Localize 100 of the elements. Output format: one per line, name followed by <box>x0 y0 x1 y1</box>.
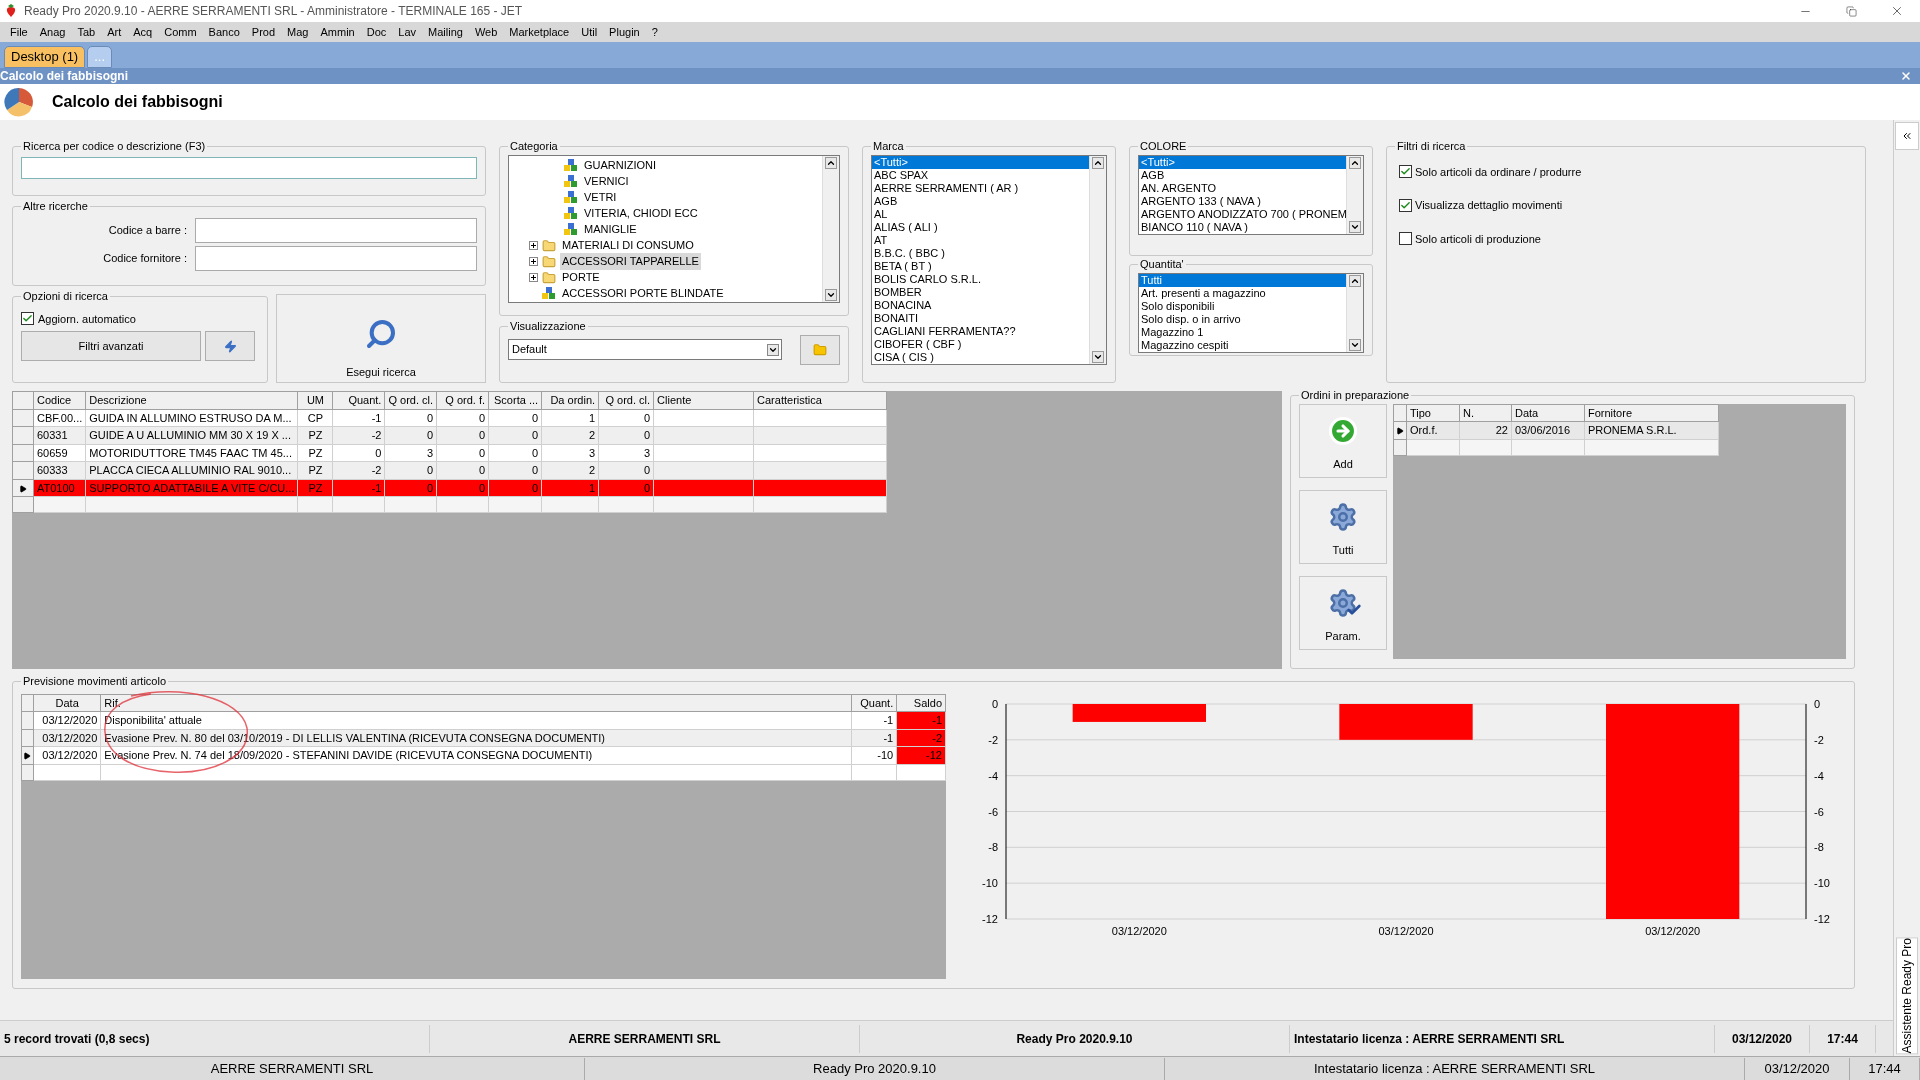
menu-item[interactable]: Ammin <box>314 23 361 41</box>
list-item[interactable]: Art. presenti a magazzino <box>1139 286 1346 300</box>
list-item[interactable]: BOMBER <box>872 285 1089 299</box>
toolbar-button[interactable]: Add <box>1299 403 1387 478</box>
column-header[interactable]: Rif. <box>100 694 852 712</box>
column-header[interactable]: Fornitore <box>1584 404 1719 422</box>
menu-item[interactable]: Util <box>575 23 604 41</box>
menu-item[interactable]: File <box>4 23 34 41</box>
scroll-up-icon[interactable] <box>1092 156 1104 169</box>
menu-item[interactable]: Mailing <box>422 23 469 41</box>
list-item[interactable]: <Tutti> <box>1139 155 1346 169</box>
search-field[interactable] <box>21 156 477 179</box>
menu-item[interactable]: Anag <box>33 23 72 41</box>
lightning-button[interactable] <box>205 331 255 361</box>
expand-toggle-icon[interactable] <box>529 241 538 250</box>
list-item[interactable]: CIBOFER ( CBF ) <box>872 337 1089 351</box>
tree-item[interactable]: PORTE <box>560 269 602 286</box>
menu-item[interactable]: Marketplace <box>503 23 576 41</box>
advanced-filters-button[interactable]: Filtri avanzati <box>21 331 201 361</box>
tree-item[interactable]: VERNICI <box>582 173 631 190</box>
menu-item[interactable]: Art <box>101 23 128 41</box>
checkbox[interactable] <box>21 312 34 326</box>
column-header[interactable]: Descrizione <box>85 391 298 409</box>
list-item[interactable]: B.B.C. ( BBC ) <box>872 246 1089 260</box>
tree-item[interactable]: VETRI <box>582 189 619 206</box>
tree-item[interactable]: MATERIALI DI CONSUMO <box>560 237 696 254</box>
menu-item[interactable]: Acq <box>127 23 159 41</box>
list-item[interactable]: BONAITI <box>872 311 1089 325</box>
tree-item[interactable]: VITERIA, CHIODI ECC <box>582 205 700 222</box>
list-item[interactable]: CAGLIANI FERRAMENTA?? <box>872 324 1089 338</box>
scrollbar[interactable] <box>822 155 839 302</box>
toolbar-button[interactable]: Tutti <box>1299 489 1387 564</box>
tree-item[interactable]: MANIGLIE <box>582 221 639 238</box>
list-item[interactable]: BOLIS CARLO S.R.L. <box>872 272 1089 286</box>
list-item[interactable]: AGB <box>872 194 1089 208</box>
column-header[interactable]: Q ord. cl. <box>598 391 654 409</box>
expand-toggle-icon[interactable] <box>529 273 538 282</box>
scroll-down-icon[interactable] <box>1349 338 1361 351</box>
list-item[interactable]: CISA ( CIS ) <box>872 350 1089 364</box>
view-dropdown[interactable]: Default <box>508 339 783 360</box>
column-header[interactable]: Data <box>1511 404 1585 422</box>
list-item[interactable]: Magazzino 1 <box>1139 325 1346 339</box>
side-panel-label[interactable]: Assistente Ready Pro <box>1896 936 1918 1054</box>
list-item[interactable]: BIANCO 110 ( NAVA ) <box>1139 220 1346 234</box>
list-item[interactable]: AGB <box>1139 168 1346 182</box>
menu-item[interactable]: Mag <box>281 23 315 41</box>
list-item[interactable]: ABC SPAX <box>872 168 1089 182</box>
list-item[interactable]: Solo disp. o in arrivo <box>1139 312 1346 326</box>
menu-item[interactable]: ? <box>645 23 664 41</box>
menu-item[interactable]: Comm <box>158 23 203 41</box>
column-header[interactable]: Saldo <box>896 694 946 712</box>
list-item[interactable]: AL <box>872 207 1089 221</box>
column-header[interactable]: Q ord. cl. <box>384 391 437 409</box>
menu-item[interactable]: Banco <box>202 23 246 41</box>
close-icon[interactable] <box>1900 70 1912 82</box>
folder-button[interactable] <box>800 334 840 365</box>
input-field[interactable] <box>195 245 477 271</box>
list-item[interactable]: BONACINA <box>872 298 1089 312</box>
expand-toggle-icon[interactable] <box>529 257 538 266</box>
column-header[interactable]: Cliente <box>653 391 754 409</box>
scroll-down-icon[interactable] <box>1092 350 1104 363</box>
column-header[interactable]: Da ordin. <box>541 391 599 409</box>
list-item[interactable]: ARGENTO 133 ( NAVA ) <box>1139 194 1346 208</box>
column-header[interactable]: N. <box>1459 404 1512 422</box>
list-item[interactable]: AN. ARGENTO <box>1139 181 1346 195</box>
list-item[interactable]: AERRE SERRAMENTI ( AR ) <box>872 181 1089 195</box>
list-item[interactable]: AT <box>872 233 1089 247</box>
scrollbar[interactable] <box>1346 155 1363 234</box>
menu-item[interactable]: Prod <box>245 23 282 41</box>
list-item[interactable]: ARGENTO ANODIZZATO 700 ( PRONEM <box>1139 207 1346 221</box>
column-header[interactable]: Quant. <box>851 694 897 712</box>
toolbar-button[interactable]: Param. <box>1299 575 1387 650</box>
list-item[interactable]: BETA ( BT ) <box>872 259 1089 273</box>
run-search-button[interactable]: Esegui ricerca <box>276 294 486 383</box>
column-header[interactable]: Scorta ... <box>488 391 542 409</box>
list-item[interactable]: Solo disponibili <box>1139 299 1346 313</box>
menu-item[interactable]: Plugin <box>603 23 646 41</box>
column-header[interactable]: Q ord. f. <box>436 391 489 409</box>
column-header[interactable]: Caratteristica <box>753 391 887 409</box>
scroll-up-icon[interactable] <box>825 156 837 169</box>
menu-item[interactable]: Doc <box>360 23 393 41</box>
column-header[interactable]: Tipo <box>1406 404 1460 422</box>
input-field[interactable] <box>195 217 477 243</box>
scroll-up-icon[interactable] <box>1349 274 1361 287</box>
scroll-up-icon[interactable] <box>1349 156 1361 169</box>
collapse-button[interactable] <box>1895 122 1919 150</box>
checkbox[interactable] <box>1399 198 1412 212</box>
scrollbar[interactable] <box>1089 155 1106 364</box>
list-item[interactable]: Magazzino cespiti <box>1139 338 1346 352</box>
scrollbar[interactable] <box>1346 273 1363 352</box>
menu-item[interactable]: Tab <box>71 23 102 41</box>
tree-item[interactable]: ACCESSORI TAPPARELLE <box>560 253 701 270</box>
checkbox[interactable] <box>1399 165 1412 179</box>
column-header[interactable]: Data <box>33 694 101 712</box>
desktop-tab[interactable]: Desktop (1) <box>4 46 86 68</box>
tree-item[interactable]: ACCESSORI PORTE BLINDATE <box>560 285 726 302</box>
scroll-down-icon[interactable] <box>825 288 837 301</box>
list-item[interactable]: Tutti <box>1139 273 1346 287</box>
checkbox[interactable] <box>1399 232 1412 246</box>
column-header[interactable]: Codice <box>33 391 86 409</box>
